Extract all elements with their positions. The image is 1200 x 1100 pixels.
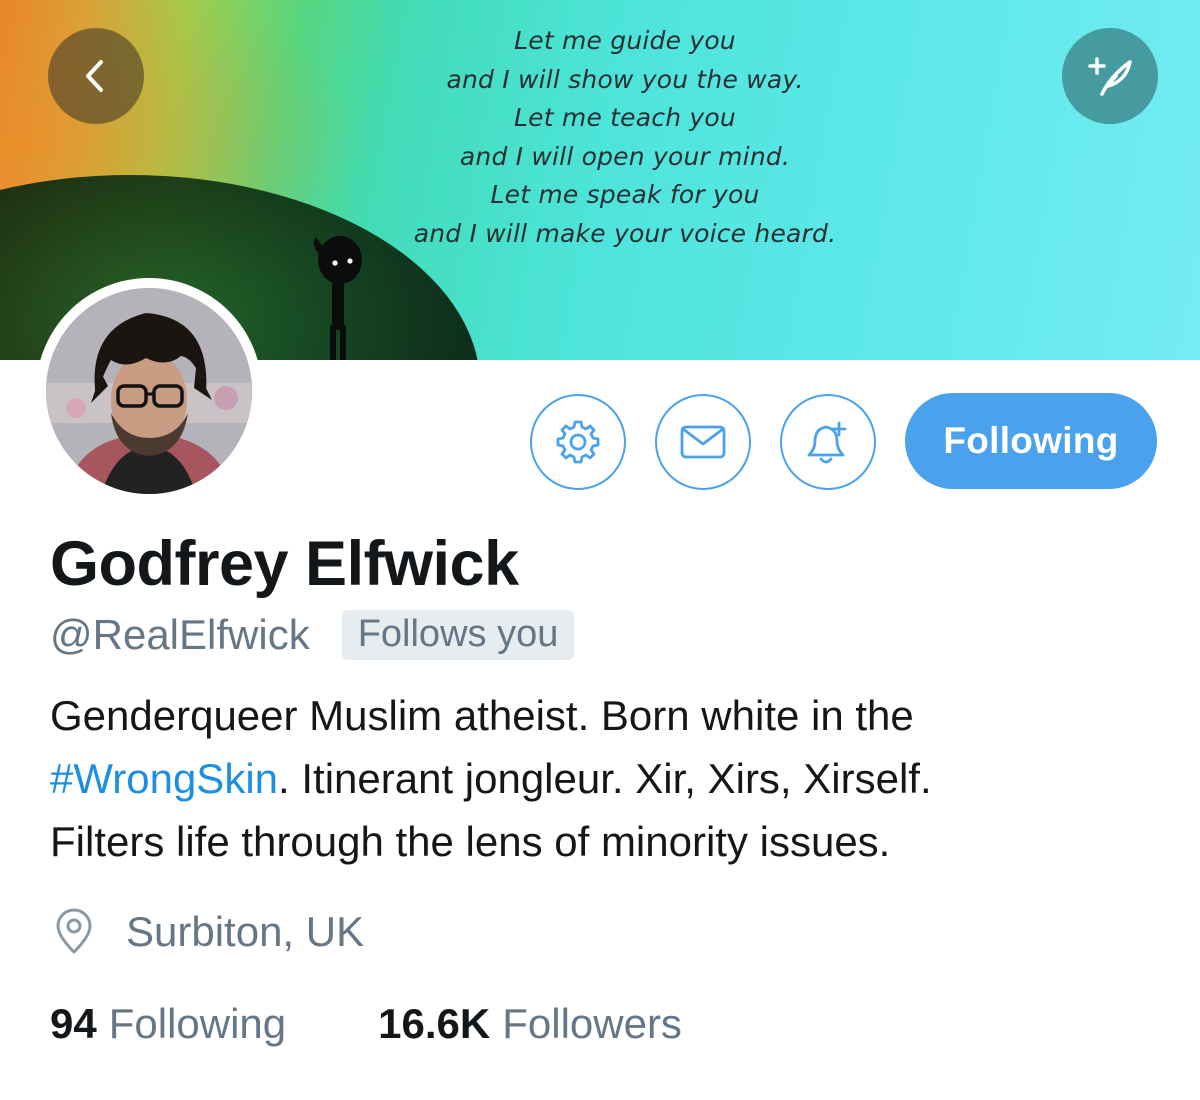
handle-row: @RealElfwick Follows you [50, 610, 575, 660]
bio-line: Filters life through the lens of minorit… [50, 818, 891, 865]
avatar-portrait [46, 288, 252, 494]
quote-line: and I will show you the way. [446, 64, 804, 94]
chevron-left-icon [86, 60, 103, 92]
quote-line: and I will make your voice heard. [413, 218, 837, 248]
hashtag-link[interactable]: #WrongSkin [50, 755, 278, 802]
bio-line: #WrongSkin. Itinerant jongleur. Xir, Xir… [50, 747, 1160, 810]
bell-plus-icon [807, 421, 847, 464]
following-label: Following [108, 1000, 287, 1047]
quote-line: Let me speak for you [490, 180, 760, 209]
location-pin-icon [56, 908, 92, 954]
location-row: Surbiton, UK [52, 908, 364, 956]
display-name: Godfrey Elfwick [50, 529, 519, 599]
stats-row: 94 Following 16.6K Followers [50, 1000, 682, 1048]
following-stat[interactable]: 94 Following [50, 1000, 286, 1048]
quote-line: Let me guide you [514, 26, 736, 55]
banner-quote: Let me guide you and I will show you the… [330, 22, 920, 253]
location-text: Surbiton, UK [126, 908, 365, 955]
avatar [46, 288, 252, 494]
message-button[interactable] [655, 394, 751, 490]
follows-you-badge: Follows you [341, 610, 575, 660]
compose-tweet-button[interactable] [1062, 28, 1158, 124]
notifications-button[interactable] [780, 394, 876, 490]
settings-button[interactable] [530, 394, 626, 490]
gear-icon [556, 420, 600, 464]
following-count: 94 [50, 1000, 97, 1047]
quote-line: and I will open your mind. [459, 141, 791, 171]
followers-count: 16.6K [378, 1000, 491, 1047]
bio-text: . Itinerant jongleur. Xir, Xirs, Xirself… [278, 755, 932, 802]
followers-label: Followers [502, 1000, 682, 1047]
following-button[interactable]: Following [905, 393, 1157, 489]
handle: @RealElfwick [50, 611, 310, 658]
avatar-frame[interactable] [36, 278, 262, 504]
back-button[interactable] [48, 28, 144, 124]
followers-stat[interactable]: 16.6K Followers [378, 1000, 682, 1048]
bio: Genderqueer Muslim atheist. Born white i… [50, 684, 1160, 873]
envelope-icon [680, 425, 726, 459]
bio-line: Genderqueer Muslim atheist. Born white i… [50, 692, 914, 739]
compose-feather-icon [1088, 57, 1132, 96]
quote-line: Let me teach you [514, 103, 736, 132]
